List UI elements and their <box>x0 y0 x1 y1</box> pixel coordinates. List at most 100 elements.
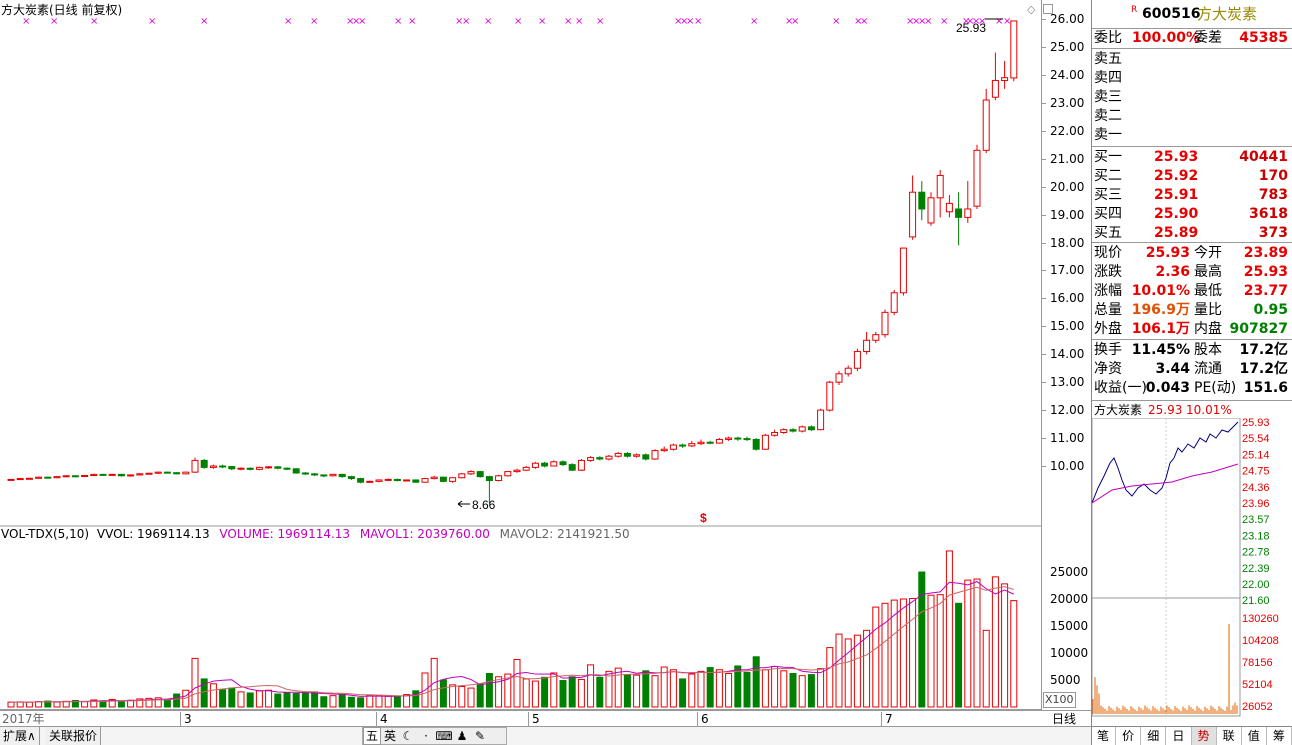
candle-body[interactable] <box>577 459 585 471</box>
candle-body[interactable] <box>393 478 401 482</box>
wubi-icon[interactable]: 五 <box>363 727 381 745</box>
candle-body[interactable] <box>513 469 521 473</box>
candle-body[interactable] <box>301 472 309 475</box>
event-marker-icon[interactable]: × <box>358 16 366 27</box>
tab-值[interactable]: 值 <box>1242 727 1267 745</box>
candle-body[interactable] <box>734 437 742 440</box>
candle-body[interactable] <box>90 473 98 476</box>
period-label[interactable]: 日线 <box>1052 712 1076 726</box>
event-marker-icon[interactable]: × <box>394 16 402 27</box>
candle-body[interactable] <box>246 467 254 470</box>
candle-body[interactable] <box>559 461 567 466</box>
event-marker-icon[interactable]: × <box>750 16 758 27</box>
kline-chart[interactable]: × × × × × × × ××× × × ×× × × × × × × ××× × × ×× × ×× ×××× × ×××× ×… <box>0 0 1041 710</box>
related-quote-button[interactable]: 关联报价 <box>46 727 102 745</box>
candle-body[interactable] <box>605 455 613 460</box>
candle-body[interactable] <box>863 339 871 352</box>
wrench-icon[interactable]: ✎ <box>471 728 489 744</box>
candle-body[interactable] <box>697 441 705 445</box>
candle-body[interactable] <box>35 476 43 479</box>
tab-价[interactable]: 价 <box>1116 727 1142 745</box>
candle-body[interactable] <box>209 465 217 468</box>
candle-body[interactable] <box>633 454 641 457</box>
candle-body[interactable] <box>982 99 990 151</box>
event-marker-icon[interactable]: × <box>564 16 572 27</box>
candle-body[interactable] <box>1001 77 1009 81</box>
candle-body[interactable] <box>329 473 337 477</box>
event-marker-icon[interactable]: × <box>408 16 416 27</box>
candle-body[interactable] <box>872 334 880 341</box>
candle-body[interactable] <box>587 457 595 461</box>
event-marker-icon[interactable]: × <box>148 16 156 27</box>
event-marker-icon[interactable]: × <box>940 16 948 27</box>
diamond-icon[interactable]: ◇ <box>1027 3 1035 17</box>
keyboard-icon[interactable]: ⌨ <box>435 728 453 744</box>
candle-body[interactable] <box>145 472 153 475</box>
user-icon[interactable]: ♟ <box>453 728 471 744</box>
candle-body[interactable] <box>614 452 622 457</box>
candle-body[interactable] <box>973 149 981 207</box>
candle-body[interactable] <box>669 444 677 450</box>
candle-body[interactable] <box>964 208 972 218</box>
candle-body[interactable] <box>955 208 963 218</box>
candle-body[interactable] <box>936 174 944 199</box>
candle-body[interactable] <box>844 367 852 375</box>
candle-body[interactable] <box>117 473 125 477</box>
tab-笔[interactable]: 笔 <box>1091 727 1117 745</box>
candle-body[interactable] <box>485 476 493 482</box>
candle-body[interactable] <box>384 478 392 481</box>
candle-body[interactable] <box>881 311 889 336</box>
candle-body[interactable] <box>789 429 797 432</box>
candle-body[interactable] <box>430 476 438 480</box>
english-icon[interactable]: 英 <box>381 728 399 744</box>
event-marker-icon[interactable]: × <box>90 16 98 27</box>
candle-body[interactable] <box>504 471 512 477</box>
candle-body[interactable] <box>449 477 457 482</box>
candle-body[interactable] <box>375 479 383 482</box>
candle-body[interactable] <box>715 438 723 444</box>
event-marker-icon[interactable]: × <box>22 16 30 27</box>
candle-body[interactable] <box>338 473 346 478</box>
candle-body[interactable] <box>780 429 788 433</box>
event-marker-icon[interactable]: × <box>538 16 546 27</box>
expand-button[interactable]: 扩展∧ <box>0 727 40 745</box>
candle-body[interactable] <box>743 438 751 441</box>
candle-body[interactable] <box>191 459 199 473</box>
candle-body[interactable] <box>541 462 549 467</box>
candle-body[interactable] <box>163 471 171 474</box>
event-marker-icon[interactable]: × <box>575 16 583 27</box>
candle-body[interactable] <box>945 202 953 213</box>
candle-body[interactable] <box>173 472 181 475</box>
candle-body[interactable] <box>679 444 687 447</box>
candle-body[interactable] <box>706 441 714 444</box>
candle-body[interactable] <box>265 466 273 469</box>
event-marker-icon[interactable]: × <box>694 16 702 27</box>
candle-body[interactable] <box>357 478 365 483</box>
candle-body[interactable] <box>991 79 999 98</box>
moon-icon[interactable]: ☾ <box>399 728 417 744</box>
candle-body[interactable] <box>927 197 935 224</box>
candle-body[interactable] <box>918 191 926 210</box>
event-marker-icon[interactable]: × <box>514 16 522 27</box>
event-marker-icon[interactable]: × <box>791 16 799 27</box>
candle-body[interactable] <box>219 465 227 468</box>
candle-body[interactable] <box>136 473 144 476</box>
candle-body[interactable] <box>255 466 263 470</box>
candle-body[interactable] <box>237 467 245 470</box>
candle-body[interactable] <box>817 409 825 431</box>
candle-body[interactable] <box>99 473 107 476</box>
event-marker-icon[interactable]: × <box>484 16 492 27</box>
event-marker-icon[interactable]: × <box>462 16 470 27</box>
candle-body[interactable] <box>596 457 604 460</box>
candle-body[interactable] <box>274 466 282 469</box>
candle-body[interactable] <box>568 464 576 471</box>
tab-日[interactable]: 日 <box>1166 727 1192 745</box>
candle-body[interactable] <box>154 471 162 474</box>
candle-body[interactable] <box>522 466 530 471</box>
candle-body[interactable] <box>725 437 733 440</box>
candle-body[interactable] <box>752 438 760 450</box>
candle-body[interactable] <box>421 478 429 483</box>
candle-body[interactable] <box>531 462 539 468</box>
candle-body[interactable] <box>127 474 135 477</box>
candle-body[interactable] <box>412 479 420 483</box>
